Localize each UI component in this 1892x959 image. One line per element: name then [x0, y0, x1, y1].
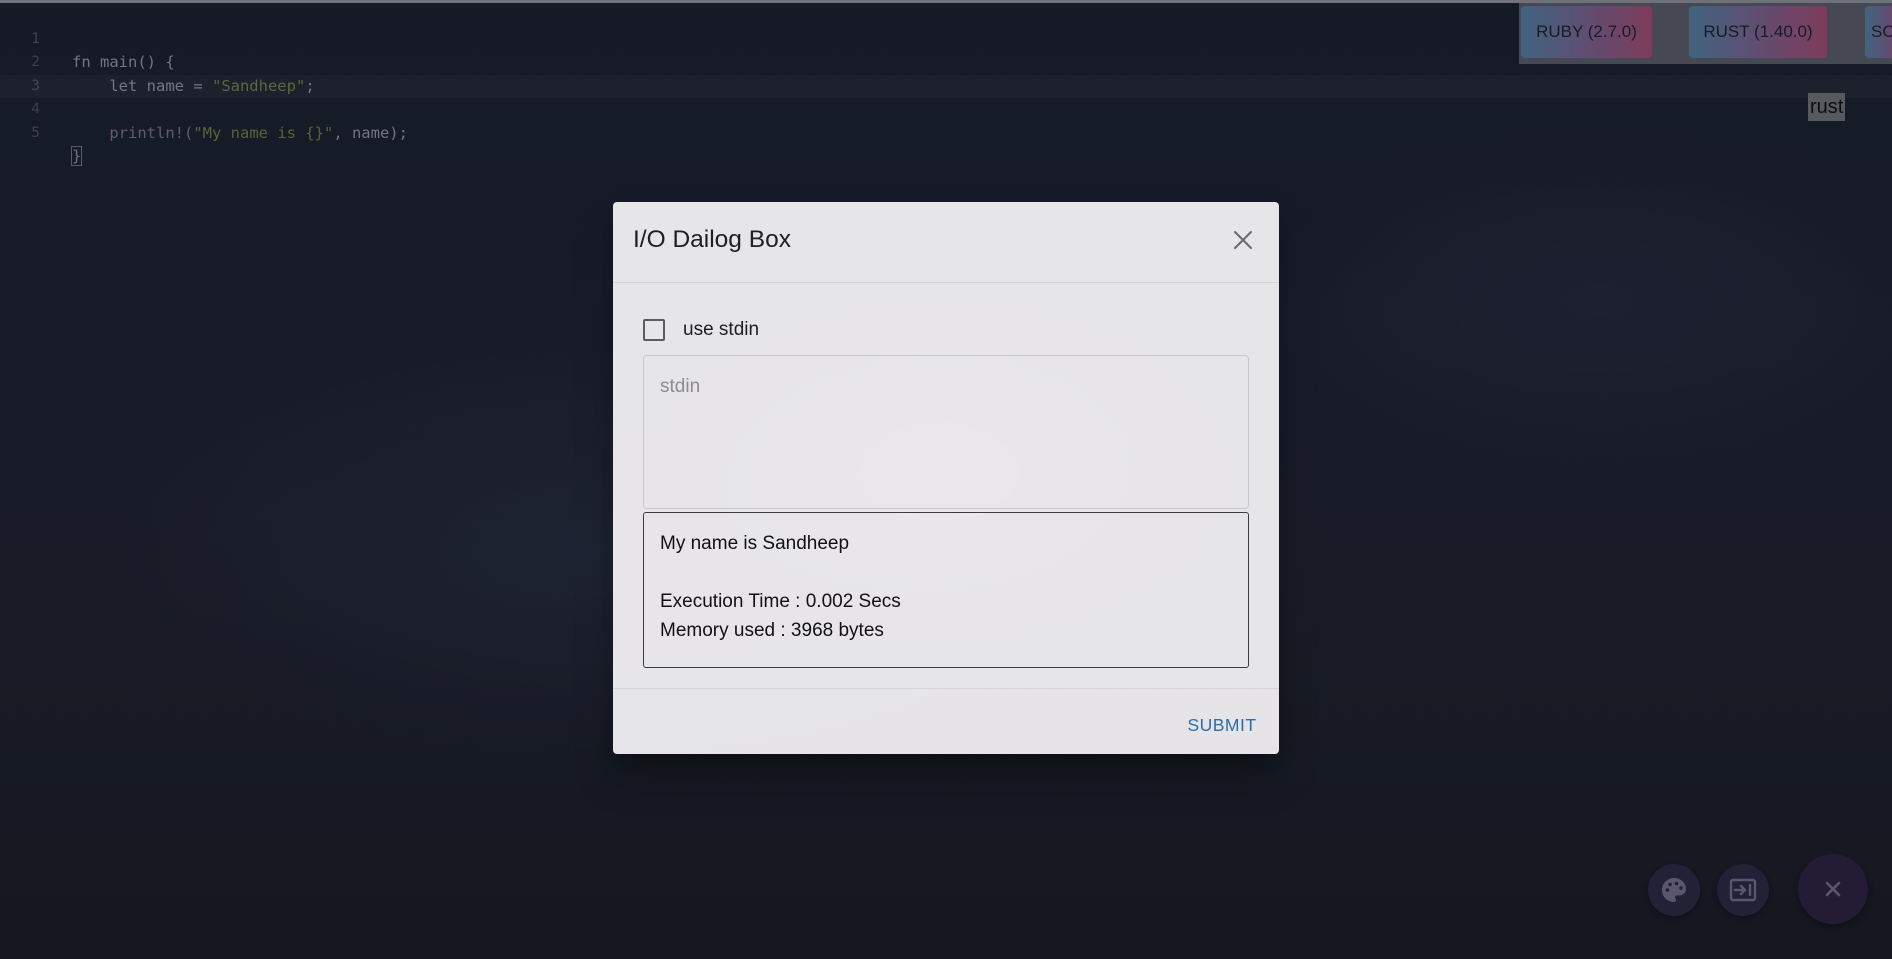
execution-time: Execution Time : 0.002 Secs: [660, 591, 901, 612]
io-dialog: I/O Dailog Box use stdin stdin My name i…: [613, 202, 1279, 754]
use-stdin-checkbox[interactable]: [643, 319, 665, 341]
dialog-title: I/O Dailog Box: [633, 226, 791, 253]
output-panel: My name is Sandheep Execution Time : 0.0…: [643, 512, 1249, 668]
stdin-placeholder: stdin: [660, 376, 701, 397]
submit-button[interactable]: SUBMIT: [1179, 707, 1265, 743]
use-stdin-label[interactable]: use stdin: [683, 317, 759, 343]
dialog-divider: [613, 282, 1279, 283]
close-icon[interactable]: [1231, 228, 1255, 252]
dialog-divider: [613, 688, 1279, 689]
output-line: My name is Sandheep: [660, 533, 850, 554]
memory-used: Memory used : 3968 bytes: [660, 620, 884, 641]
stdin-input[interactable]: stdin: [643, 355, 1249, 509]
